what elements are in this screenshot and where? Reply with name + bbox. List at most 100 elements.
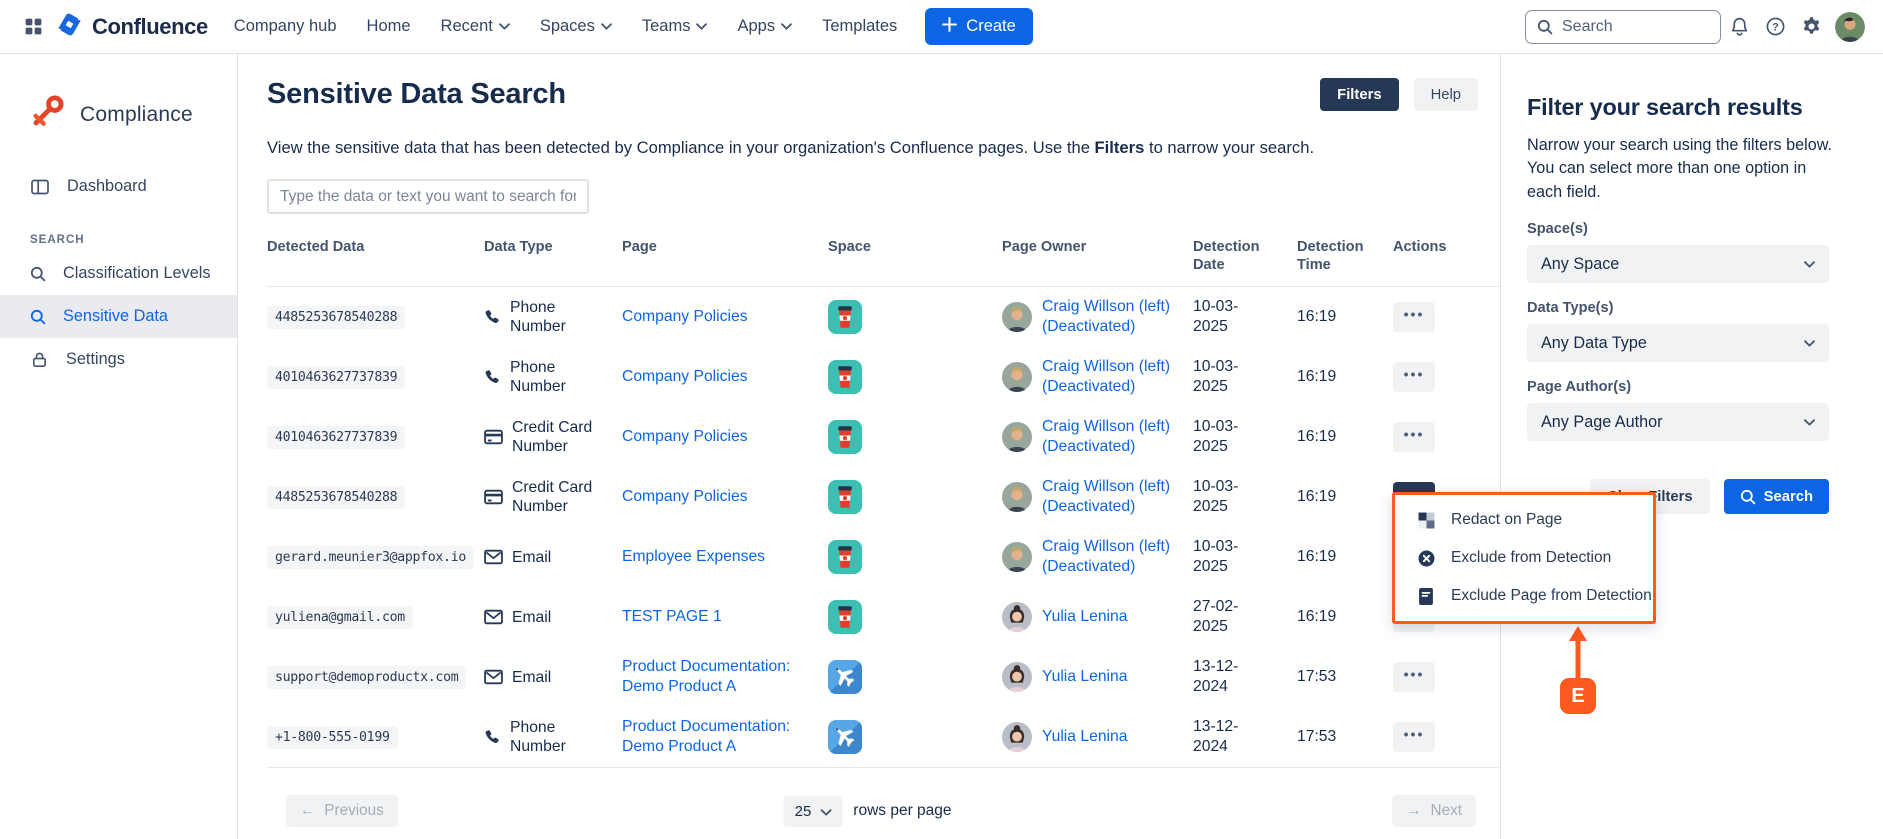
primary-nav: Company hub Home Recent Spaces Teams Apps Temp… [234, 17, 898, 36]
page-owner-link[interactable]: Yulia Lenina [1042, 667, 1127, 687]
table-row: 4010463627737839 Credit Card Number Compan… [267, 407, 1500, 467]
dashboard-icon [30, 177, 50, 197]
notifications-bell-icon[interactable] [1721, 9, 1757, 45]
previous-page-button[interactable]: ← Previous [286, 795, 398, 827]
menu-item-exclude-page-from-detection[interactable]: Exclude Page from Detection [1395, 577, 1653, 615]
detection-date: 10-03-2025 [1193, 297, 1255, 338]
data-type-label: Credit Card Number [512, 418, 604, 457]
sidebar-section-search: SEARCH [30, 234, 237, 246]
page-link[interactable]: Employee Expenses [622, 547, 765, 567]
page-owner-link[interactable]: Yulia Lenina [1042, 727, 1127, 747]
page-link[interactable]: Product Documentation: Demo Product A [622, 717, 808, 758]
menu-item-redact-on-page[interactable]: Redact on Page [1395, 501, 1653, 539]
filter-select-space-s[interactable]: Any Space [1527, 245, 1829, 283]
next-page-button[interactable]: → Next [1392, 795, 1476, 827]
sidebar-item-dashboard[interactable]: Dashboard [0, 165, 237, 208]
owner-avatar-icon [1002, 602, 1032, 632]
svg-text:?: ? [1772, 21, 1779, 33]
row-actions-button[interactable]: ••• [1393, 422, 1435, 452]
nav-item-recent[interactable]: Recent [441, 17, 510, 36]
filter-panel-description: Narrow your search using the filters bel… [1527, 134, 1845, 204]
page-owner-link[interactable]: Craig Willson (left) (Deactivated) [1042, 417, 1179, 458]
page-owner-link[interactable]: Craig Willson (left) (Deactivated) [1042, 297, 1179, 338]
filters-button[interactable]: Filters [1320, 78, 1398, 111]
filter-panel-title: Filter your search results [1527, 94, 1859, 121]
nav-item-label: Company hub [234, 17, 337, 36]
filter-select-value: Any Data Type [1541, 334, 1647, 353]
help-icon[interactable]: ? [1757, 9, 1793, 45]
detected-data-value: 4010463627737839 [267, 426, 405, 449]
row-actions-button[interactable]: ••• [1393, 662, 1435, 692]
sidebar-item-classification-levels[interactable]: Classification Levels [0, 252, 237, 295]
page-owner-link[interactable]: Craig Willson (left) (Deactivated) [1042, 357, 1179, 398]
detection-date: 13-12-2024 [1193, 657, 1255, 698]
settings-gear-icon[interactable] [1793, 9, 1829, 45]
global-search-box[interactable] [1525, 10, 1721, 44]
nav-item-company-hub[interactable]: Company hub [234, 17, 337, 36]
rows-per-page-select[interactable]: 25 [784, 796, 843, 827]
page-link[interactable]: Company Policies [622, 487, 748, 507]
sidebar-item-sensitive-data[interactable]: Sensitive Data [0, 295, 237, 338]
detection-time: 16:19 [1281, 608, 1383, 626]
data-type-label: Email [512, 668, 551, 688]
nav-item-home[interactable]: Home [367, 17, 411, 36]
data-type-label: Phone Number [510, 718, 602, 757]
page-owner-link[interactable]: Yulia Lenina [1042, 607, 1127, 627]
filter-select-data-type-s[interactable]: Any Data Type [1527, 324, 1829, 362]
coffee-space-icon [828, 600, 1002, 634]
page-link[interactable]: Product Documentation: Demo Product A [622, 657, 808, 698]
row-actions-button[interactable]: ••• [1393, 302, 1435, 332]
table-row: gerard.meunier3@appfox.ioEmailEmployee E… [267, 527, 1500, 587]
menu-item-exclude-from-detection[interactable]: Exclude from Detection [1395, 539, 1653, 577]
user-avatar[interactable] [1835, 12, 1865, 42]
nav-item-spaces[interactable]: Spaces [540, 17, 612, 36]
menu-item-label: Exclude Page from Detection [1451, 587, 1652, 605]
filter-select-page-author-s[interactable]: Any Page Author [1527, 403, 1829, 441]
filter-search-button[interactable]: Search [1724, 479, 1829, 514]
credit-card-icon [484, 489, 503, 505]
exclude-page-icon [1417, 588, 1435, 605]
confluence-logo[interactable]: Confluence [56, 11, 208, 43]
data-type-label: Phone Number [510, 298, 602, 337]
search-icon [30, 309, 46, 325]
chevron-down-icon [499, 23, 510, 30]
table-row: support@demoproductx.comEmailProduct Doc… [267, 647, 1500, 707]
filter-field-page-author-s: Page Author(s) Any Page Author [1527, 379, 1859, 441]
owner-avatar-icon [1002, 362, 1032, 392]
nav-item-teams[interactable]: Teams [642, 17, 708, 36]
nav-item-apps[interactable]: Apps [737, 17, 792, 36]
column-header-detected-data: Detected Data [267, 238, 484, 256]
table-row: +1-800-555-0199Phone NumberProduct Docum… [267, 707, 1500, 767]
filter-panel: Filter your search results Narrow your s… [1501, 54, 1883, 839]
column-header-detection-time: Detection Time [1281, 238, 1383, 274]
row-actions-button[interactable]: ••• [1393, 362, 1435, 392]
owner-avatar-icon [1002, 302, 1032, 332]
chevron-down-icon [1804, 340, 1815, 347]
nav-item-templates[interactable]: Templates [822, 17, 897, 36]
page-owner-link[interactable]: Craig Willson (left) (Deactivated) [1042, 477, 1179, 518]
column-header-page: Page [622, 238, 828, 256]
results-table: Detected DataData TypePageSpacePage Owne… [267, 238, 1500, 768]
page-link[interactable]: Company Policies [622, 367, 748, 387]
create-button[interactable]: Create [925, 8, 1033, 45]
page-link[interactable]: Company Policies [622, 427, 748, 447]
app-switcher-icon[interactable] [18, 12, 48, 42]
page-owner-link[interactable]: Craig Willson (left) (Deactivated) [1042, 537, 1179, 578]
page-link[interactable]: Company Policies [622, 307, 748, 327]
row-actions-button[interactable]: ••• [1393, 722, 1435, 752]
chevron-down-icon [1804, 261, 1815, 268]
page-link[interactable]: TEST PAGE 1 [622, 607, 722, 627]
help-button[interactable]: Help [1414, 78, 1478, 111]
data-type-label: Credit Card Number [512, 478, 604, 517]
menu-item-label: Exclude from Detection [1451, 549, 1611, 567]
filter-field-label: Page Author(s) [1527, 379, 1859, 395]
table-header: Detected DataData TypePageSpacePage Owne… [267, 238, 1500, 287]
detected-data-value: 4485253678540288 [267, 306, 405, 329]
arrow-right-icon: → [1406, 802, 1421, 820]
detected-data-value: yuliena@gmail.com [267, 606, 413, 629]
sidebar-item-settings[interactable]: Settings [0, 338, 237, 381]
global-search-input[interactable] [1562, 18, 1692, 36]
sensitive-data-search-input[interactable] [267, 179, 589, 214]
filter-field-label: Space(s) [1527, 221, 1859, 237]
coffee-space-icon [828, 420, 1002, 454]
